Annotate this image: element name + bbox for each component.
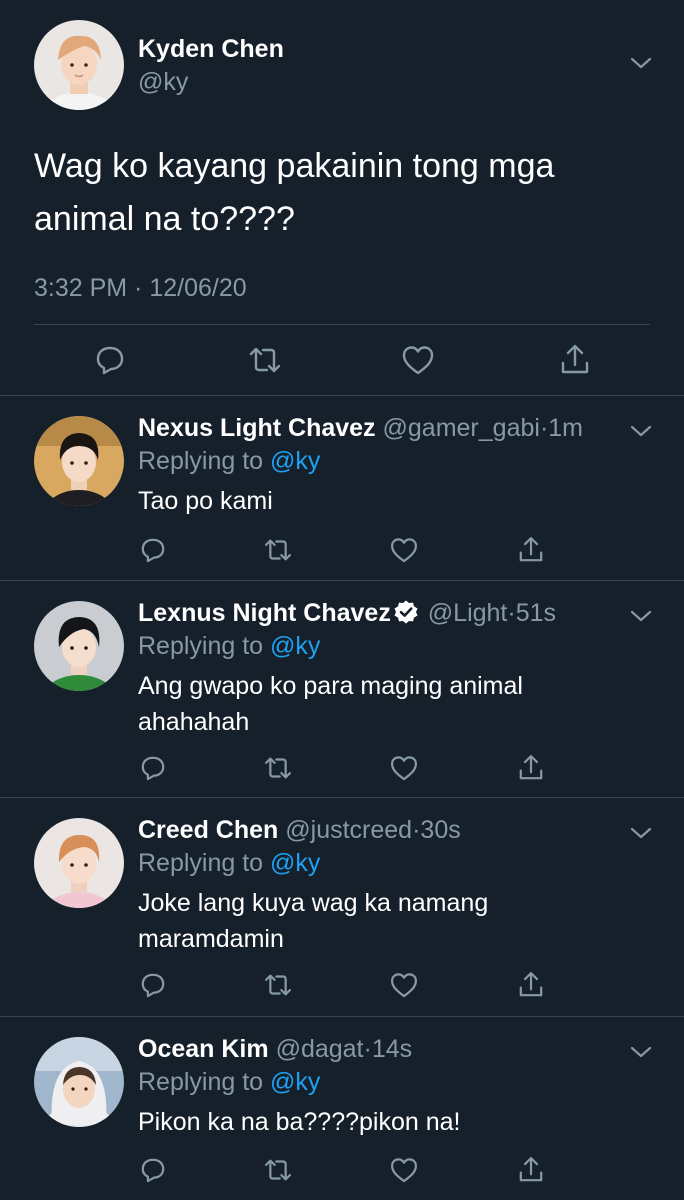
share-icon[interactable] [555,340,595,380]
tweet-text: Tao po kami [138,487,273,515]
tweet-text: Pikon ka na ba????pikon na! [138,1108,461,1136]
tweet-time[interactable]: 30s [420,816,460,844]
tweet-text: Wag ko kayang pakainin tong mga animal n… [34,147,555,238]
reply-tweet[interactable]: Ocean Kim @dagat·14s Replying to @ky Pik… [0,1017,684,1200]
like-icon[interactable] [387,968,421,1002]
reply-icon[interactable] [136,968,170,1002]
verified-badge-icon [393,599,419,625]
share-icon[interactable] [514,751,548,785]
chevron-down-icon[interactable] [628,822,654,844]
avatar[interactable] [34,601,124,691]
author-handle[interactable]: @ky [138,66,188,98]
chevron-down-icon[interactable] [628,420,654,442]
replying-to: Replying to @ky [138,444,320,478]
replying-to: Replying to @ky [138,629,320,663]
reply-header: Creed Chen @justcreed·30s [138,813,461,847]
tweet-timestamp[interactable]: 3:32 PM · 12/06/20 [34,271,247,305]
chevron-down-icon[interactable] [628,1041,654,1063]
chevron-down-icon[interactable] [628,52,654,74]
replying-label: Replying to [138,447,264,475]
author-name[interactable]: Kyden Chen [138,32,284,66]
author-handle[interactable]: @justcreed [285,816,412,844]
separator-dot: · [363,1035,372,1063]
retweet-icon[interactable] [261,533,295,567]
mention-link[interactable]: @ky [270,1068,320,1096]
avatar[interactable] [34,20,124,110]
main-tweet: Kyden Chen @ky Wag ko kayang pakainin to… [0,0,684,396]
like-icon[interactable] [398,340,438,380]
chevron-down-icon[interactable] [628,605,654,627]
tweet-time[interactable]: 14s [372,1035,412,1063]
replying-label: Replying to [138,1068,264,1096]
mention-link[interactable]: @ky [270,447,320,475]
reply-header: Lexnus Night Chavez @Light·51s [138,596,556,630]
author-name[interactable]: Nexus Light Chavez [138,414,376,442]
author-name[interactable]: Lexnus Night Chavez [138,599,391,627]
reply-icon[interactable] [136,751,170,785]
like-icon[interactable] [387,1153,421,1187]
reply-tweet[interactable]: Lexnus Night Chavez @Light·51s Replying … [0,581,684,798]
avatar[interactable] [34,1037,124,1127]
share-icon[interactable] [514,533,548,567]
like-icon[interactable] [387,751,421,785]
mention-link[interactable]: @ky [270,632,320,660]
like-icon[interactable] [387,533,421,567]
avatar[interactable] [34,416,124,506]
replying-label: Replying to [138,849,264,877]
author-name[interactable]: Ocean Kim [138,1035,269,1063]
author-handle[interactable]: @gamer_gabi [383,414,540,442]
retweet-icon[interactable] [261,1153,295,1187]
avatar[interactable] [34,818,124,908]
retweet-icon[interactable] [261,751,295,785]
reply-header: Ocean Kim @dagat·14s [138,1032,412,1066]
tweet-text: Ang gwapo ko para maging animal ahahahah [138,672,523,736]
reply-header: Nexus Light Chavez @gamer_gabi·1m [138,411,583,445]
share-icon[interactable] [514,968,548,1002]
reply-icon[interactable] [90,340,130,380]
author-handle[interactable]: @dagat [276,1035,364,1063]
mention-link[interactable]: @ky [270,849,320,877]
replying-to: Replying to @ky [138,1065,320,1099]
tweet-text: Joke lang kuya wag ka namang maramdamin [138,889,489,953]
author-handle[interactable]: @Light [428,599,508,627]
reply-tweet[interactable]: Creed Chen @justcreed·30s Replying to @k… [0,798,684,1017]
reply-icon[interactable] [136,533,170,567]
divider [34,324,650,325]
reply-icon[interactable] [136,1153,170,1187]
author-name[interactable]: Creed Chen [138,816,278,844]
separator-dot: · [507,599,516,627]
share-icon[interactable] [514,1153,548,1187]
replying-to: Replying to @ky [138,846,320,880]
tweet-time[interactable]: 51s [516,599,556,627]
replying-label: Replying to [138,632,264,660]
reply-tweet[interactable]: Nexus Light Chavez @gamer_gabi·1m Replyi… [0,396,684,581]
tweet-time[interactable]: 1m [548,414,583,442]
tweet-thread-page: Kyden Chen @ky Wag ko kayang pakainin to… [0,0,684,1200]
retweet-icon[interactable] [245,340,285,380]
retweet-icon[interactable] [261,968,295,1002]
